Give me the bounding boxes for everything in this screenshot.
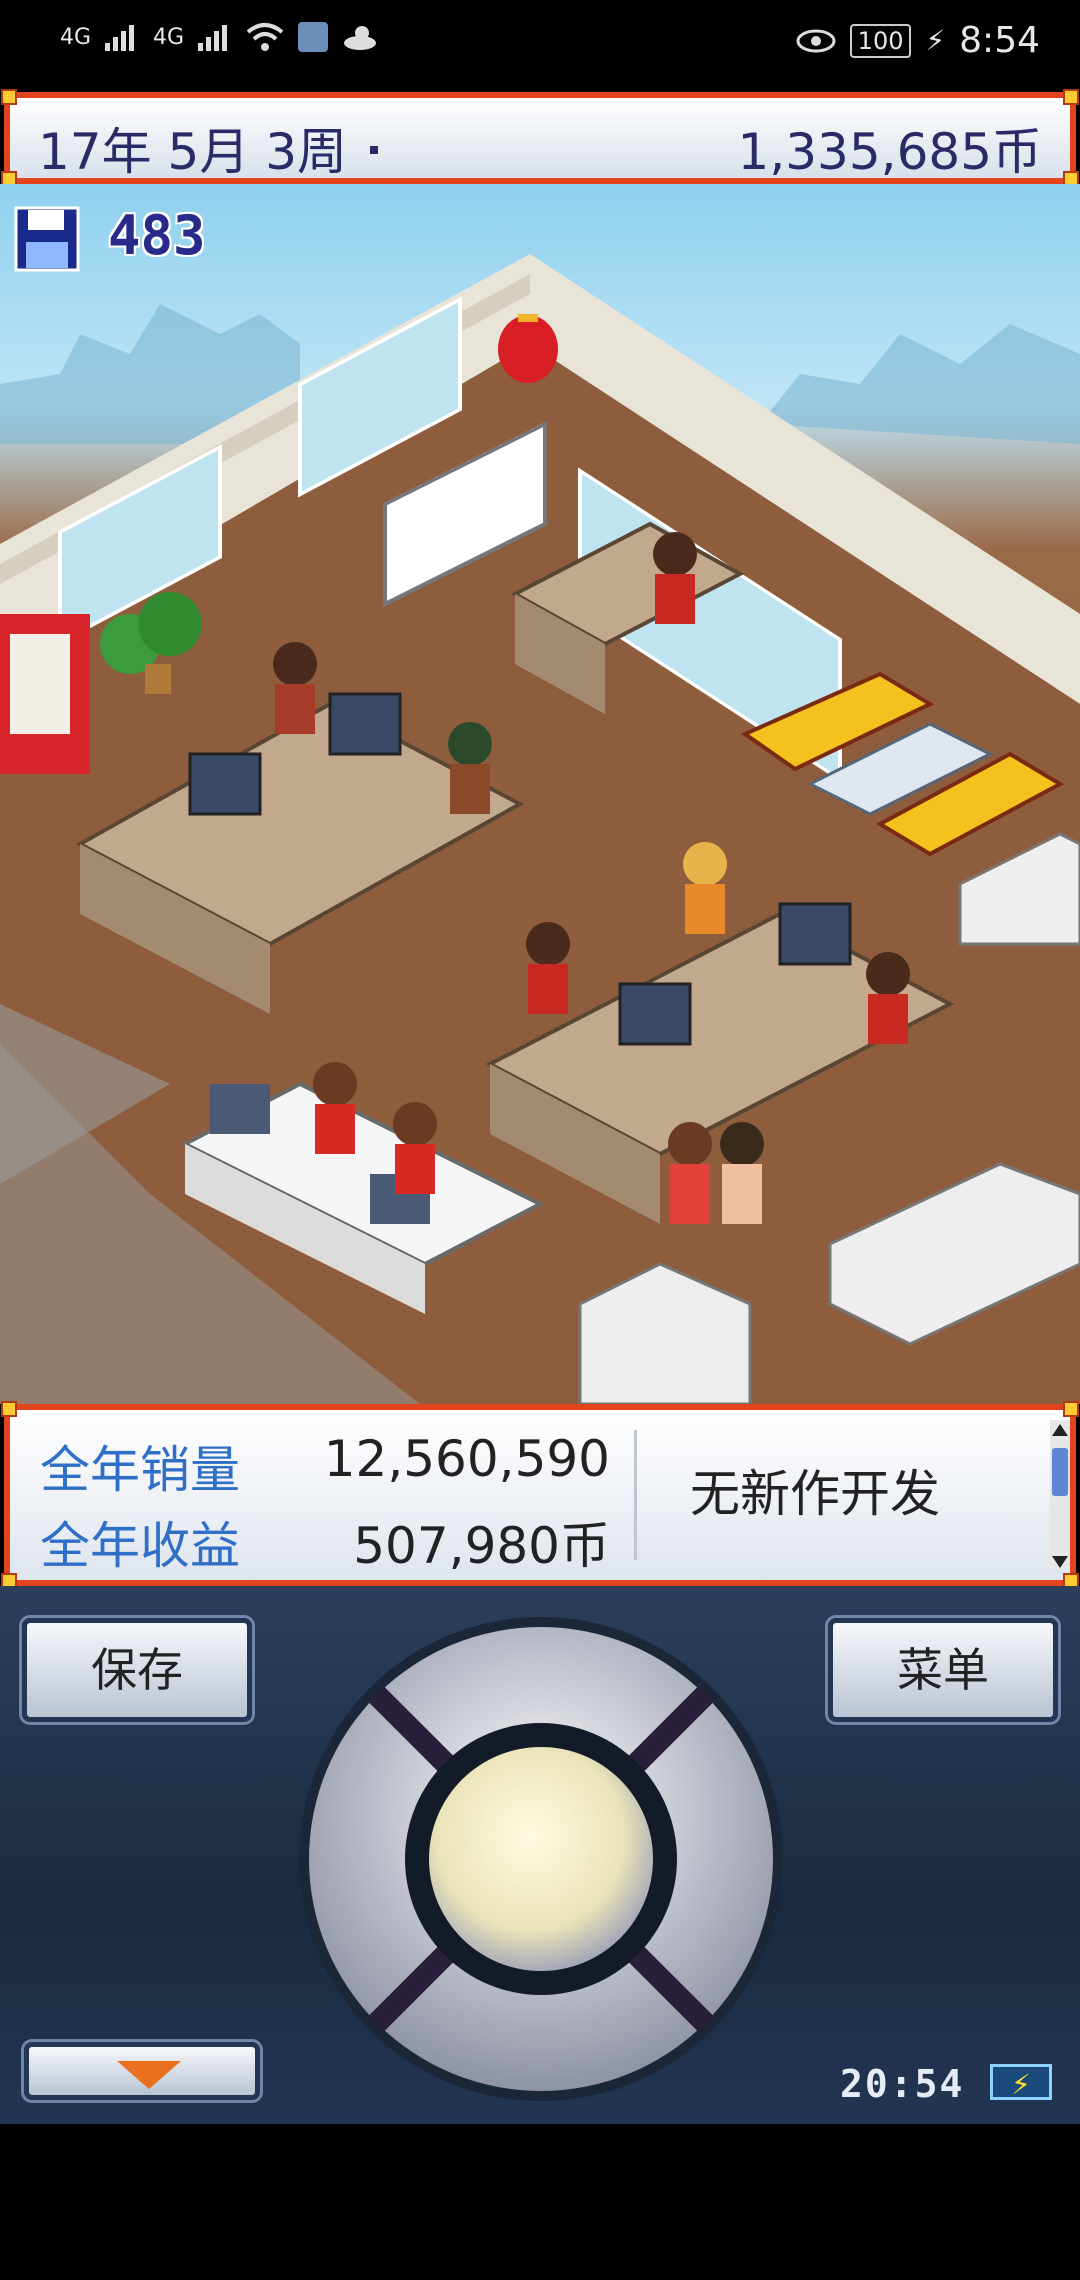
weather-icon bbox=[344, 26, 377, 50]
frame-corner bbox=[1063, 89, 1079, 105]
save-button[interactable]: 保存 bbox=[22, 1618, 252, 1722]
signal-bars-icon bbox=[198, 25, 228, 51]
funds-amount: 1,335,685币 bbox=[737, 123, 1042, 181]
menu-button[interactable]: 菜单 bbox=[828, 1618, 1058, 1722]
system-status-bar: 4G 4G 100 ⚡ 8:54 bbox=[0, 0, 1080, 92]
frame-corner bbox=[1, 89, 17, 105]
battery-charging-icon: ⚡ bbox=[990, 2064, 1052, 2101]
frame-corner bbox=[1063, 1401, 1079, 1417]
wifi-icon bbox=[246, 23, 284, 51]
app-notification-icon bbox=[298, 22, 329, 52]
date-money-bar: 17年 5月 3周 1,335,685币 bbox=[1, 89, 1079, 187]
scrollbar-thumb[interactable] bbox=[1052, 1448, 1068, 1496]
expand-down-button[interactable] bbox=[24, 2042, 260, 2100]
dpad-control[interactable] bbox=[296, 1614, 786, 2104]
annual-profit-value: 507,980币 bbox=[353, 1517, 610, 1575]
annual-profit-label: 全年收益 bbox=[40, 1517, 240, 1575]
panel-divider bbox=[634, 1430, 637, 1560]
annual-sales-label: 全年销量 bbox=[40, 1441, 240, 1499]
signal-bars-icon bbox=[105, 25, 135, 51]
floppy-disk-icon bbox=[14, 206, 80, 272]
control-panel: 保存 菜单 20:54 ⚡ bbox=[0, 1586, 1080, 2124]
bottom-bar bbox=[0, 2124, 1080, 2280]
development-status: 无新作开发 bbox=[690, 1465, 940, 1523]
eye-comfort-icon bbox=[796, 29, 836, 52]
info-scrollbar[interactable] bbox=[1050, 1420, 1070, 1570]
save-count: 483 bbox=[108, 204, 206, 267]
dpad-center-button bbox=[429, 1747, 653, 1971]
scroll-down-arrow-icon[interactable] bbox=[1052, 1556, 1068, 1568]
annual-sales-value: 12,560,590 bbox=[323, 1430, 610, 1488]
game-clock: 20:54 bbox=[840, 2062, 965, 2106]
time-progress-dot bbox=[370, 146, 378, 154]
annual-info-panel[interactable]: 全年销量 12,560,590 全年收益 507,980币 无新作开发 bbox=[1, 1401, 1079, 1589]
scroll-up-arrow-icon[interactable] bbox=[1052, 1424, 1068, 1436]
signal-label-2: 4G bbox=[153, 24, 185, 50]
frame-corner bbox=[1, 1401, 17, 1417]
clock-time: 8:54 bbox=[959, 20, 1040, 61]
office-illustration bbox=[0, 254, 1080, 1404]
office-scene[interactable]: 483 bbox=[0, 184, 1080, 1404]
game-date: 17年 5月 3周 bbox=[38, 123, 348, 181]
signal-label-1: 4G bbox=[60, 24, 92, 50]
charging-bolt-icon: ⚡ bbox=[925, 24, 946, 57]
arrow-down-icon bbox=[117, 2061, 181, 2089]
battery-icon: 100 bbox=[849, 23, 912, 58]
